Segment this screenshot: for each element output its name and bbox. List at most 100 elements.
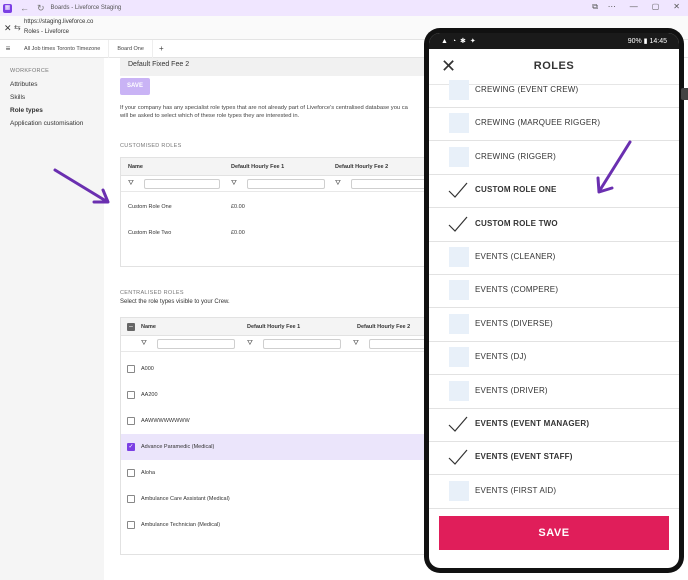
phone-save-button[interactable]: SAVE (439, 516, 669, 550)
table-row[interactable]: Custom Role Two £0.00 (121, 230, 429, 256)
unchecked-box[interactable] (449, 313, 469, 334)
url-text[interactable]: https://staging.liveforce.co (24, 19, 93, 25)
sidebar-item-application-customisation[interactable]: Application customisation (10, 120, 83, 127)
scrollbar-handle[interactable] (681, 88, 688, 100)
filter-icon[interactable]: ⛛ (353, 340, 359, 348)
checkmark-icon[interactable] (447, 214, 469, 234)
role-list-item[interactable]: EVENTS (CLEANER) (429, 242, 679, 275)
column-header-name[interactable]: Name (141, 318, 156, 336)
fee1-filter-input[interactable] (263, 339, 341, 349)
row-checkbox[interactable] (127, 495, 135, 503)
role-list-item[interactable]: CREWING (EVENT CREW) (429, 75, 679, 108)
annotation-arrow-right (596, 140, 632, 194)
column-header-fee-2[interactable]: Default Hourly Fee 2 (335, 158, 388, 176)
hamburger-icon[interactable]: ≡ (0, 44, 16, 53)
role-list-item[interactable]: EVENTS (COMPERE) (429, 275, 679, 309)
role-name: Ambulance Care Assistant (Medical) (141, 496, 230, 502)
unchecked-box[interactable] (449, 380, 469, 401)
checkmark-icon[interactable] (447, 414, 469, 434)
table-row[interactable]: AA200 (121, 382, 429, 408)
grid-header: – Name Default Hourly Fee 1 Default Hour… (121, 318, 429, 336)
minimize-icon[interactable]: — (630, 2, 638, 11)
tab-all-job-times[interactable]: All Job times Toronto Timezone (16, 39, 110, 58)
role-list-item[interactable]: EVENTS (DIVERSE) (429, 309, 679, 342)
row-checkbox[interactable] (127, 417, 135, 425)
role-label: CREWING (RIGGER) (475, 151, 556, 161)
role-list-item[interactable]: EVENTS (DJ) (429, 342, 679, 376)
close-icon[interactable]: ✕ (4, 23, 12, 34)
checkmark-icon[interactable] (447, 447, 469, 467)
fee1-filter-input[interactable] (247, 179, 325, 189)
table-row[interactable]: Ambulance Technician (Medical) (121, 512, 429, 538)
filter-icon[interactable]: ⛛ (128, 180, 134, 188)
unchecked-box[interactable] (449, 113, 469, 134)
role-label: EVENTS (FIRST AID) (475, 485, 557, 495)
sidebar-item-attributes[interactable]: Attributes (10, 81, 37, 88)
refresh-icon[interactable]: ↻ (37, 3, 45, 14)
role-list-item[interactable]: CUSTOM ROLE ONE (429, 175, 679, 209)
filter-icon[interactable]: ⛛ (141, 340, 147, 348)
unchecked-box[interactable] (449, 80, 469, 100)
maximize-icon[interactable]: ▢ (652, 2, 660, 11)
role-list-item[interactable]: CREWING (MARQUEE RIGGER) (429, 108, 679, 142)
column-header-fee-1[interactable]: Default Hourly Fee 1 (231, 158, 284, 176)
row-checkbox[interactable] (127, 391, 135, 399)
table-row[interactable]: A000 (121, 356, 429, 382)
filter-icon[interactable]: ⛛ (247, 340, 253, 348)
role-fee: £0.00 (231, 204, 245, 210)
back-icon[interactable]: ← (20, 3, 29, 13)
unchecked-box[interactable] (449, 480, 469, 501)
role-name: Aloha (141, 470, 156, 476)
unchecked-box[interactable] (449, 146, 469, 167)
unchecked-box[interactable] (449, 347, 469, 368)
row-checkbox[interactable] (127, 365, 135, 373)
table-row[interactable]: Custom Role One £0.00 (121, 204, 429, 230)
filter-icon[interactable]: ⛛ (231, 180, 237, 188)
tab-board-one[interactable]: Board One (109, 39, 153, 58)
column-header-fee-1[interactable]: Default Hourly Fee 1 (247, 318, 300, 336)
sidebar-item-role-types[interactable]: Role types (10, 107, 43, 114)
unchecked-box[interactable] (449, 280, 469, 301)
centralised-roles-title: CENTRALISED ROLES (120, 290, 184, 296)
table-row-selected[interactable]: ✓ Advance Paramedic (Medical) (121, 434, 429, 460)
phone-title: ROLES (533, 60, 575, 72)
role-name: Advance Paramedic (Medical) (141, 444, 215, 450)
role-list-item[interactable]: EVENTS (EVENT MANAGER) (429, 409, 679, 442)
phone-status-bar: ▲ ◔ ✱ ✦ 90% ▮ 14:45 (429, 33, 679, 49)
row-checkbox[interactable] (127, 469, 135, 477)
role-list-item[interactable]: EVENTS (DRIVER) (429, 376, 679, 409)
column-header-name[interactable]: Name (128, 158, 143, 176)
role-label: CREWING (MARQUEE RIGGER) (475, 118, 601, 128)
select-all-checkbox[interactable]: – (127, 323, 135, 331)
name-filter-input[interactable] (144, 179, 220, 189)
role-list-item[interactable]: EVENTS (EVENT STAFF) (429, 442, 679, 476)
swap-icon[interactable]: ⇆ (14, 23, 21, 32)
app-icon: ▦ (3, 3, 12, 13)
role-list-item[interactable]: EVENTS (FIRST AID) (429, 476, 679, 509)
fee2-filter-input[interactable] (351, 179, 429, 189)
table-row[interactable]: Aloha (121, 460, 429, 486)
unchecked-box[interactable] (449, 247, 469, 267)
centralised-roles-grid: – Name Default Hourly Fee 1 Default Hour… (120, 317, 430, 555)
table-row[interactable]: Ambulance Care Assistant (Medical) (121, 486, 429, 512)
role-label: EVENTS (EVENT MANAGER) (475, 419, 590, 428)
role-label: CREWING (EVENT CREW) (475, 85, 579, 94)
column-header-fee-2[interactable]: Default Hourly Fee 2 (357, 318, 410, 336)
status-right: 90% ▮ 14:45 (627, 38, 667, 45)
role-list-item[interactable]: CUSTOM ROLE TWO (429, 209, 679, 242)
more-icon[interactable]: ⋯ (608, 2, 616, 11)
role-list-item[interactable]: CREWING (RIGGER) (429, 142, 679, 175)
filter-icon[interactable]: ⛛ (335, 180, 341, 188)
save-button[interactable]: SAVE (120, 78, 150, 95)
row-checkbox[interactable] (127, 521, 135, 529)
checkmark-icon[interactable] (447, 180, 469, 200)
extension-icon[interactable]: ⧉ (592, 2, 598, 12)
sidebar-item-skills[interactable]: Skills (10, 94, 25, 101)
close-window-icon[interactable]: ✕ (673, 2, 680, 11)
centralised-roles-subtitle: Select the role types visible to your Cr… (120, 299, 230, 305)
add-tab-button[interactable]: + (153, 44, 170, 53)
table-row[interactable]: AAWWWWWWWW (121, 408, 429, 434)
row-checkbox-checked[interactable]: ✓ (127, 443, 135, 451)
fee2-filter-input[interactable] (369, 339, 429, 349)
name-filter-input[interactable] (157, 339, 235, 349)
